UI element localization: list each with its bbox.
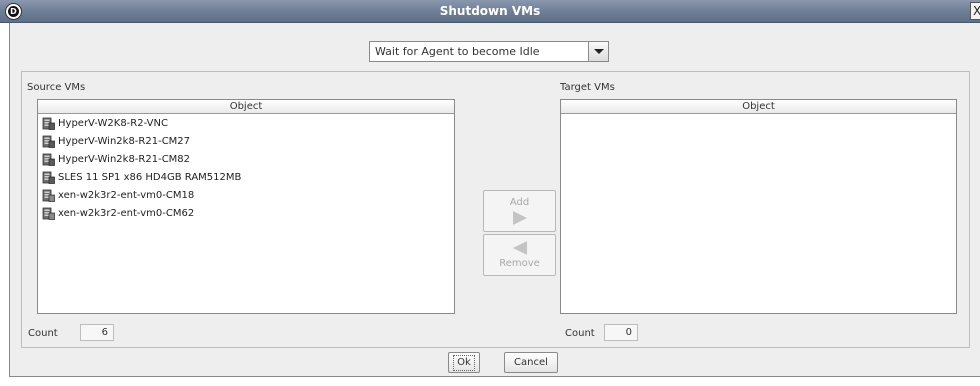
source-vm-item[interactable]: HyperV-Win2k8-R21-CM82 <box>38 150 454 168</box>
vm-icon <box>42 135 55 148</box>
source-column-header[interactable]: Object <box>38 100 454 114</box>
arrow-right-icon <box>512 211 527 225</box>
window-title: Shutdown VMs <box>439 4 541 18</box>
remove-button[interactable]: Remove <box>483 234 556 276</box>
target-column-header[interactable]: Object <box>561 100 956 114</box>
source-vm-item[interactable]: SLES 11 SP1 x86 HD4GB RAM512MB <box>38 168 454 186</box>
shutdown-mode-value: Wait for Agent to become Idle <box>375 45 540 58</box>
source-vm-name: xen-w2k3r2-ent-vm0-CM62 <box>58 207 195 219</box>
remove-button-label: Remove <box>499 258 540 269</box>
source-vms-label: Source VMs <box>27 82 86 93</box>
source-vm-name: HyperV-W2K8-R2-VNC <box>58 117 168 129</box>
target-count-label: Count <box>565 328 595 339</box>
target-vms-list[interactable]: Object <box>560 99 957 314</box>
title-bar[interactable]: D Shutdown VMs X <box>0 0 980 23</box>
arrow-left-icon <box>512 241 527 255</box>
source-vm-item[interactable]: xen-w2k3r2-ent-vm0-CM62 <box>38 204 454 222</box>
source-vm-name: xen-w2k3r2-ent-vm0-CM18 <box>58 189 195 201</box>
source-count-label: Count <box>28 328 58 339</box>
source-vm-item[interactable]: HyperV-W2K8-R2-VNC <box>38 114 454 132</box>
vm-template-icon <box>42 207 55 220</box>
vm-icon <box>42 153 55 166</box>
vm-selection-panel: Source VMs Object HyperV-W2K8-R2-VNC Hype… <box>21 71 970 348</box>
source-vm-name: SLES 11 SP1 x86 HD4GB RAM512MB <box>58 171 242 183</box>
vm-template-icon <box>42 189 55 202</box>
cancel-button-label: Cancel <box>514 357 548 368</box>
add-button[interactable]: Add <box>483 190 556 232</box>
dropdown-arrow-button[interactable] <box>588 42 608 61</box>
vm-icon <box>42 117 55 130</box>
ok-button-label: Ok <box>453 354 475 371</box>
source-vm-item[interactable]: xen-w2k3r2-ent-vm0-CM18 <box>38 186 454 204</box>
source-items: HyperV-W2K8-R2-VNC HyperV-Win2k8-R21-CM27… <box>38 114 454 222</box>
source-vm-name: HyperV-Win2k8-R21-CM27 <box>58 135 191 147</box>
add-button-label: Add <box>509 197 530 208</box>
target-count-value: 0 <box>604 324 638 341</box>
target-vms-label: Target VMs <box>560 82 615 93</box>
cancel-button[interactable]: Cancel <box>504 352 558 373</box>
close-icon[interactable]: X <box>970 2 980 20</box>
source-count-value: 6 <box>80 324 114 341</box>
shutdown-mode-select[interactable]: Wait for Agent to become Idle <box>369 41 609 62</box>
vm-icon <box>42 171 55 184</box>
dialog-body: Wait for Agent to become Idle Source VMs… <box>9 23 980 377</box>
source-vm-item[interactable]: HyperV-Win2k8-R21-CM27 <box>38 132 454 150</box>
window-bottom-border <box>0 378 980 386</box>
source-vms-list[interactable]: Object HyperV-W2K8-R2-VNC HyperV-Win2k8-R… <box>37 99 455 314</box>
source-vm-name: HyperV-Win2k8-R21-CM82 <box>58 153 191 165</box>
chevron-down-icon <box>593 49 604 54</box>
ok-button[interactable]: Ok <box>448 352 480 373</box>
